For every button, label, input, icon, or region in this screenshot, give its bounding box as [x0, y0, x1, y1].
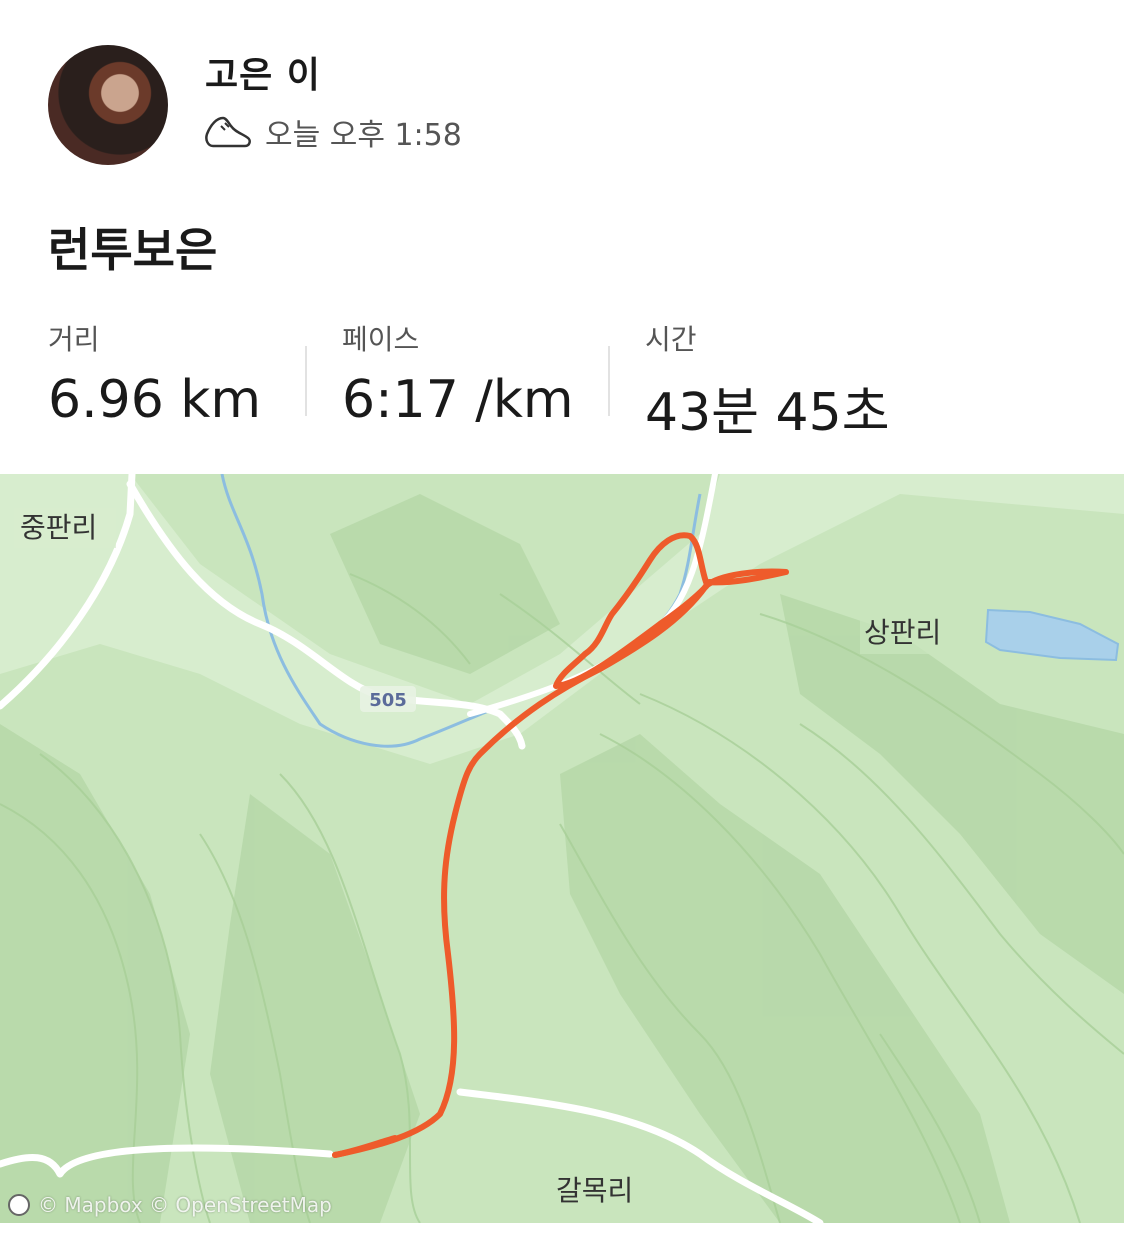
place-label-sangpan: 상판리	[864, 616, 941, 649]
stat-time: 시간 43분 45초	[645, 318, 890, 445]
map-attribution[interactable]: © Mapbox © OpenStreetMap	[8, 1193, 332, 1217]
road-number-badge: 505	[360, 686, 416, 712]
stat-value: 43분 45초	[645, 383, 890, 443]
stat-divider	[608, 346, 610, 416]
place-label-jungpan: 중판리	[20, 511, 97, 544]
route-map[interactable]: 505 중판리 상판리 갈목리 © Mapbox © OpenStreetMap	[0, 474, 1124, 1223]
stat-label: 페이스	[342, 323, 420, 356]
avatar[interactable]	[48, 45, 168, 165]
map-canvas: 505 중판리 상판리 갈목리	[0, 474, 1124, 1223]
stats-row: 거리 6.96 km 페이스 6:17 /km 시간 43분 45초	[0, 318, 1124, 443]
shoe-icon	[205, 116, 251, 148]
attribution-text: © Mapbox © OpenStreetMap	[38, 1193, 332, 1217]
mapbox-logo-icon	[8, 1194, 30, 1216]
stat-divider	[305, 346, 307, 416]
stat-label: 시간	[645, 323, 697, 356]
activity-header: 고은 이 오늘 오후 1:58	[0, 0, 1124, 200]
stat-label: 거리	[48, 323, 100, 356]
stat-value: 6:17 /km	[342, 370, 574, 430]
stat-value: 6.96 km	[48, 370, 262, 430]
activity-meta: 오늘 오후 1:58	[203, 108, 462, 156]
stat-distance: 거리 6.96 km	[48, 318, 261, 430]
road-number: 505	[369, 690, 407, 711]
activity-title[interactable]: 런투보은	[48, 214, 217, 280]
place-label-galmok: 갈목리	[556, 1174, 633, 1207]
stat-pace: 페이스 6:17 /km	[342, 318, 574, 430]
timestamp: 오늘 오후 1:58	[265, 118, 462, 153]
athlete-name[interactable]: 고은 이	[205, 46, 321, 98]
